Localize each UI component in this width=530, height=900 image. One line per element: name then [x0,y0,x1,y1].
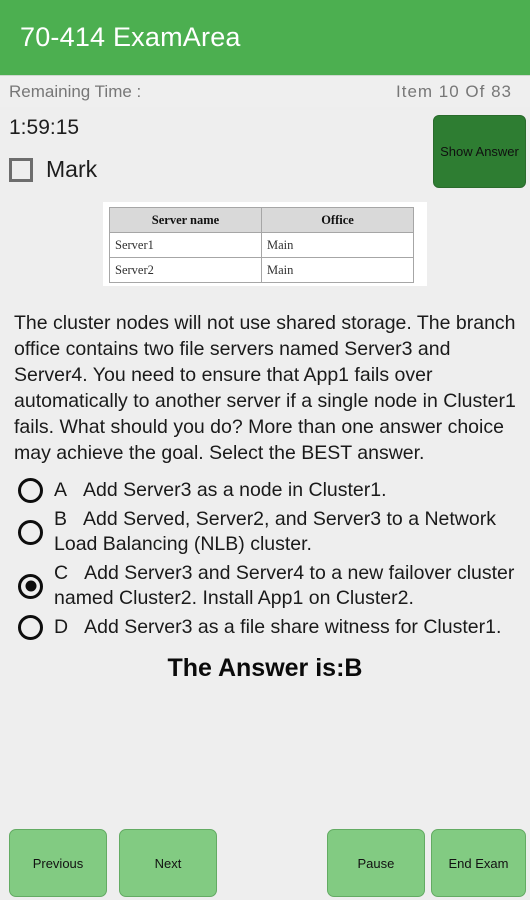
item-counter: Item 10 Of 83 [396,81,512,101]
option-d[interactable]: D Add Server3 as a file share witness for… [0,613,530,642]
app-title: 70-414 ExamArea [20,22,241,52]
mark-label: Mark [46,156,98,182]
exhibit-image: Server name Office Server1 Main Server2 … [103,202,427,286]
option-b[interactable]: B Add Served, Server2, and Server3 to a N… [0,505,530,559]
column-header-office: Office [261,207,414,233]
option-a-letter: A [54,479,68,501]
cell-server-name: Server2 [109,257,262,283]
option-a-text: A Add Server3 as a node in Cluster1. [54,478,387,503]
column-header-server-name: Server name [109,207,262,233]
mark-checkbox[interactable] [9,157,33,182]
option-d-text: D Add Server3 as a file share witness for… [54,615,501,640]
radio-icon-b[interactable] [18,519,43,545]
option-b-label: Add Served, Server2, and Server3 to a Ne… [54,508,496,555]
remaining-time-label: Remaining Time : [9,81,142,101]
radio-icon-c[interactable] [18,573,43,599]
pause-button[interactable]: Pause [326,829,425,897]
option-a[interactable]: A Add Server3 as a node in Cluster1. [0,476,530,505]
next-button[interactable]: Next [118,829,217,897]
option-c-label: Add Server3 and Server4 to a new failove… [54,562,515,609]
meta-row: 1:59:15 Mark Show Answer [0,107,530,202]
bottom-navigation-bar: Previous Next Pause End Exam [0,826,530,900]
option-d-label: Add Server3 as a file share witness for … [84,616,502,638]
option-c-text: C Add Server3 and Server4 to a new failov… [54,561,516,611]
table-row: Server2 Main [109,257,414,283]
server-office-table: Server name Office Server1 Main Server2 … [109,207,414,283]
table-row: Server1 Main [109,232,414,258]
option-d-letter: D [54,616,69,638]
option-c-letter: C [54,562,69,584]
option-a-label: Add Server3 as a node in Cluster1. [83,479,387,501]
cell-server-name: Server1 [109,232,262,258]
end-exam-button[interactable]: End Exam [430,829,526,897]
app-header: 70-414 ExamArea [0,0,530,75]
question-text: The cluster nodes will not use shared st… [14,312,516,464]
radio-icon-a[interactable] [18,478,43,503]
option-b-text: B Add Served, Server2, and Server3 to a N… [54,507,516,557]
radio-icon-d[interactable] [18,615,43,640]
previous-button[interactable]: Previous [9,829,107,897]
option-c[interactable]: C Add Server3 and Server4 to a new failov… [0,559,530,613]
cell-office: Main [261,257,414,283]
table-header-row: Server name Office [109,207,414,233]
status-strip: Remaining Time : Item 10 Of 83 [0,75,530,107]
answer-options: A Add Server3 as a node in Cluster1. B Add… [0,476,530,642]
option-b-letter: B [54,508,68,530]
cell-office: Main [261,232,414,258]
answer-reveal-text: The Answer is:B [167,654,363,682]
show-answer-button[interactable]: Show Answer [433,115,526,188]
